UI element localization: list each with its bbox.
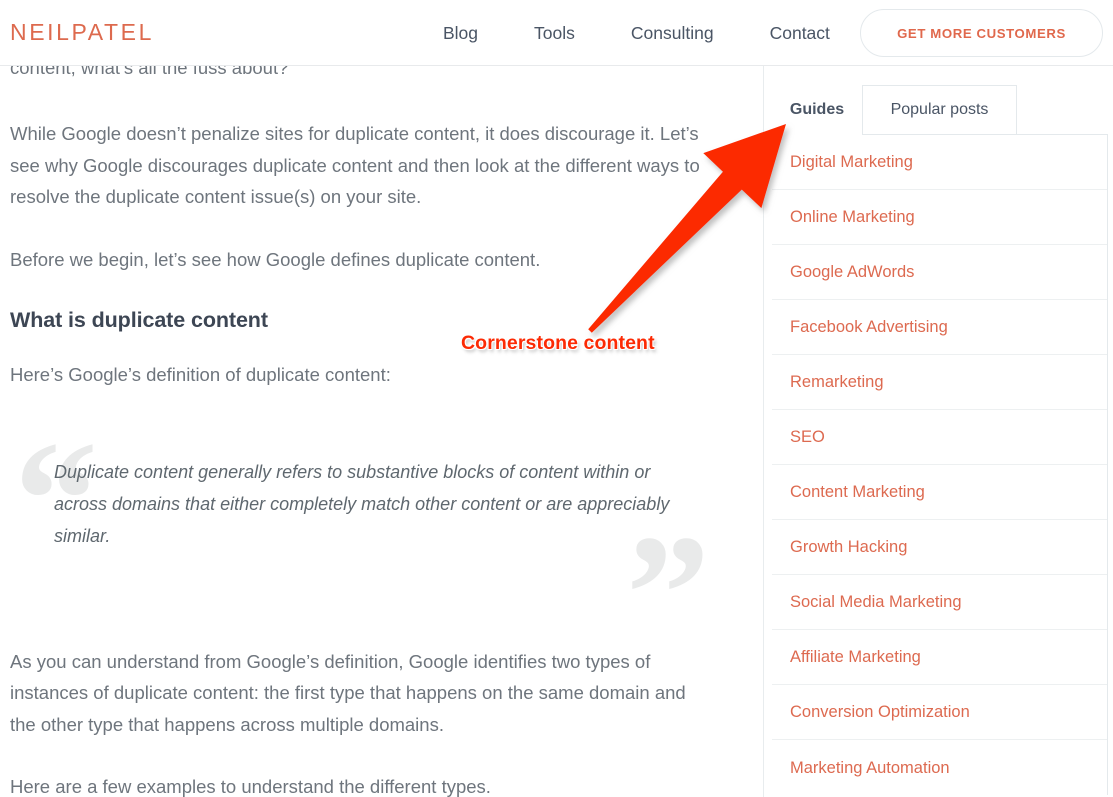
guide-link-remarketing[interactable]: Remarketing — [790, 372, 884, 392]
list-item[interactable]: Remarketing — [772, 355, 1107, 410]
list-item[interactable]: Affiliate Marketing — [772, 630, 1107, 685]
sidebar-tabs: Guides Popular posts — [772, 85, 1108, 135]
guide-link-content-marketing[interactable]: Content Marketing — [790, 482, 925, 502]
site-logo[interactable]: NEILPATEL — [10, 19, 154, 46]
paragraph-4: As you can understand from Google’s defi… — [10, 650, 686, 735]
list-item[interactable]: Marketing Automation — [772, 740, 1107, 795]
guide-link-affiliate-marketing[interactable]: Affiliate Marketing — [790, 647, 921, 667]
paragraph-2: Before we begin, let’s see how Google de… — [10, 248, 541, 270]
site-header: NEILPATEL Blog Tools Consulting Contact … — [0, 0, 1113, 66]
guide-link-online-marketing[interactable]: Online Marketing — [790, 207, 915, 227]
paragraph-3: Here’s Google’s definition of duplicate … — [10, 364, 391, 385]
list-item[interactable]: SEO — [772, 410, 1107, 465]
paragraph-5: Here are a few examples to understand th… — [10, 776, 491, 797]
tab-popular-posts[interactable]: Popular posts — [862, 85, 1017, 135]
guides-list: Digital Marketing Online Marketing Googl… — [772, 135, 1107, 795]
nav-item-tools[interactable]: Tools — [506, 20, 603, 46]
sidebar-tab-panel: Digital Marketing Online Marketing Googl… — [772, 134, 1108, 795]
guide-link-seo[interactable]: SEO — [790, 427, 825, 447]
list-item[interactable]: Google AdWords — [772, 245, 1107, 300]
guide-link-growth-hacking[interactable]: Growth Hacking — [790, 537, 907, 557]
guide-link-facebook-advertising[interactable]: Facebook Advertising — [790, 317, 948, 337]
column-divider — [763, 66, 764, 797]
article-body: While Google doesn’t penalize sites for … — [10, 118, 716, 797]
list-item[interactable]: Content Marketing — [772, 465, 1107, 520]
sidebar: Guides Popular posts Digital Marketing O… — [772, 85, 1108, 795]
section-heading: What is duplicate content — [10, 308, 268, 332]
page-root: NEILPATEL Blog Tools Consulting Contact … — [0, 0, 1113, 797]
guide-link-digital-marketing[interactable]: Digital Marketing — [790, 152, 913, 172]
guide-link-marketing-automation[interactable]: Marketing Automation — [790, 758, 950, 778]
guide-link-conversion-optimization[interactable]: Conversion Optimization — [790, 702, 970, 722]
guide-link-google-adwords[interactable]: Google AdWords — [790, 262, 914, 282]
nav-item-blog[interactable]: Blog — [415, 20, 506, 46]
get-more-customers-button[interactable]: GET MORE CUSTOMERS — [860, 9, 1103, 57]
tab-guides[interactable]: Guides — [772, 85, 862, 135]
nav-item-consulting[interactable]: Consulting — [603, 20, 742, 46]
list-item[interactable]: Conversion Optimization — [772, 685, 1107, 740]
list-item[interactable]: Digital Marketing — [772, 135, 1107, 190]
list-item[interactable]: Facebook Advertising — [772, 300, 1107, 355]
content-wrapper: content, what’s all the fuss about? Whil… — [0, 0, 1113, 797]
blockquote-text: Duplicate content generally refers to su… — [54, 461, 670, 546]
list-item[interactable]: Growth Hacking — [772, 520, 1107, 575]
list-item[interactable]: Online Marketing — [772, 190, 1107, 245]
list-item[interactable]: Social Media Marketing — [772, 575, 1107, 630]
nav-item-contact[interactable]: Contact — [742, 20, 858, 46]
paragraph-1: While Google doesn’t penalize sites for … — [10, 123, 700, 207]
guide-link-social-media-marketing[interactable]: Social Media Marketing — [790, 592, 962, 612]
blockquote: “ ” Duplicate content generally refers t… — [10, 416, 716, 678]
main-navigation: Blog Tools Consulting Contact — [415, 20, 858, 46]
